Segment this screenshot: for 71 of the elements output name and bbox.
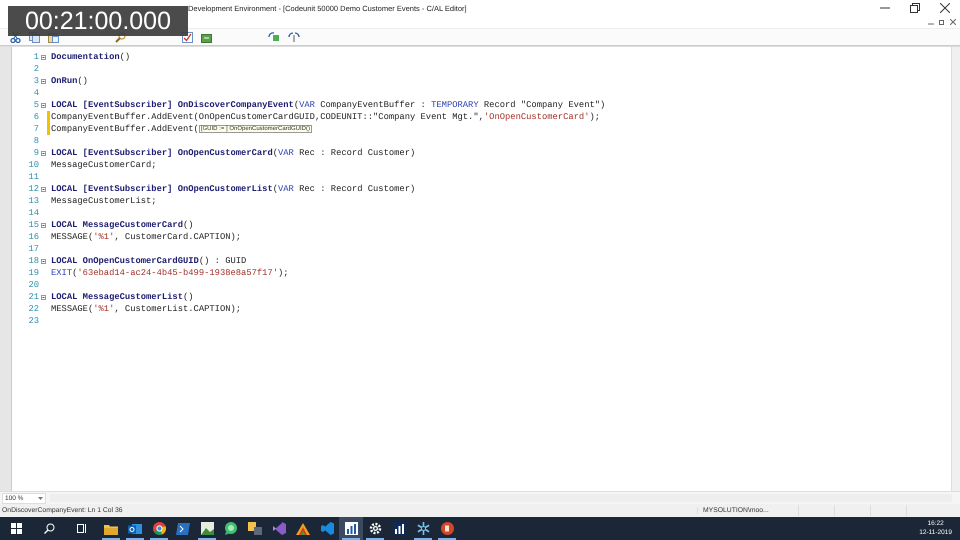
fold-icon[interactable]	[40, 54, 46, 60]
code-line: LOCAL MessageCustomerList()	[51, 292, 194, 302]
line-number: 6	[32, 112, 39, 122]
code-line: LOCAL OnOpenCustomerCardGUID() : GUID	[51, 256, 246, 266]
settings-icon[interactable]	[368, 522, 382, 535]
line-number: 8	[32, 136, 39, 146]
code-line: Documentation()	[51, 52, 130, 62]
snowflake-icon[interactable]	[416, 522, 430, 535]
line-number: 1	[32, 52, 39, 62]
line-number: 10	[27, 160, 39, 170]
windows-start-icon[interactable]	[11, 523, 22, 534]
line-number: 18	[27, 256, 39, 266]
line-number: 9	[32, 148, 39, 158]
line-number: 19	[27, 268, 39, 278]
code-line: LOCAL [EventSubscriber] OnOpenCustomerList(VAR Rec : Record Customer)	[51, 184, 416, 194]
fold-icon[interactable]	[40, 258, 46, 264]
code-line: CompanyEventBuffer.AddEvent(OnOpenCustomerCardGUID,CODEUNIT::"Company Event Mgt.",'OnOpenCustomerCard');	[51, 112, 600, 122]
search-icon[interactable]	[44, 523, 55, 534]
fold-icon[interactable]	[40, 294, 46, 300]
restore-icon	[910, 3, 920, 13]
line-number: 11	[27, 172, 39, 182]
fold-icon[interactable]	[40, 186, 46, 192]
fold-icon[interactable]	[40, 78, 46, 84]
code-line: MESSAGE('%1', CustomerList.CAPTION);	[51, 304, 242, 314]
chart-icon[interactable]	[344, 522, 358, 535]
triangle-icon[interactable]	[296, 522, 310, 534]
folder-icon[interactable]	[104, 522, 118, 534]
browser-icon[interactable]	[152, 522, 166, 535]
line-number: 2	[32, 64, 39, 74]
code-line: CompanyEventBuffer.AddEvent(	[51, 124, 199, 134]
code-line: MessageCustomerList;	[51, 196, 157, 206]
line-number: 15	[27, 220, 39, 230]
fold-icon[interactable]	[40, 102, 46, 108]
code-line: LOCAL MessageCustomerCard()	[51, 220, 194, 230]
fold-icon[interactable]	[40, 222, 46, 228]
fold-icon[interactable]	[40, 150, 46, 156]
code-line: MESSAGE('%1', CustomerCard.CAPTION);	[51, 232, 242, 242]
code-line: MessageCustomerCard;	[51, 160, 157, 170]
line-number: 20	[27, 280, 39, 290]
line-number: 12	[27, 184, 39, 194]
line-number: 21	[27, 292, 39, 302]
line-number: 5	[32, 100, 39, 110]
caret-icon	[38, 496, 43, 500]
video-timestamp: 00:21:00.000	[8, 6, 188, 36]
line-number: 23	[27, 316, 39, 326]
mail-icon[interactable]	[128, 522, 142, 534]
line-number: 7	[32, 124, 39, 134]
code-line: OnRun()	[51, 76, 88, 86]
chat-icon[interactable]	[224, 522, 238, 535]
compile-icon[interactable]	[201, 32, 212, 42]
chart-icon[interactable]	[392, 522, 406, 535]
line-number: 22	[27, 304, 39, 314]
code-editor-icon[interactable]	[320, 522, 334, 535]
restore-icon[interactable]	[939, 19, 945, 25]
line-number: 17	[27, 244, 39, 254]
code-line: LOCAL [EventSubscriber] OnOpenCustomerCard(VAR Rec : Record Customer)	[51, 148, 416, 158]
line-number: 14	[27, 208, 39, 218]
close-icon	[940, 3, 950, 13]
terminal-icon[interactable]	[176, 522, 190, 534]
studio-icon[interactable]	[272, 522, 286, 535]
line-number: 16	[27, 232, 39, 242]
vertical-scrollbar[interactable]	[951, 47, 960, 491]
line-number: 13	[27, 196, 39, 206]
code-line: EXIT('63ebad14-ac24-4b45-b499-1938e8a57f17');	[51, 268, 289, 278]
slides-icon[interactable]	[440, 522, 454, 535]
line-number: 3	[32, 76, 39, 86]
task-view-icon[interactable]	[77, 523, 88, 534]
code-line: LOCAL [EventSubscriber] OnDiscoverCompanyEvent(VAR CompanyEventBuffer : TEMPORARY Record "Company Event")	[51, 100, 606, 110]
close-icon[interactable]	[950, 19, 956, 25]
image-icon[interactable]	[200, 522, 214, 535]
line-number: 4	[32, 88, 39, 98]
